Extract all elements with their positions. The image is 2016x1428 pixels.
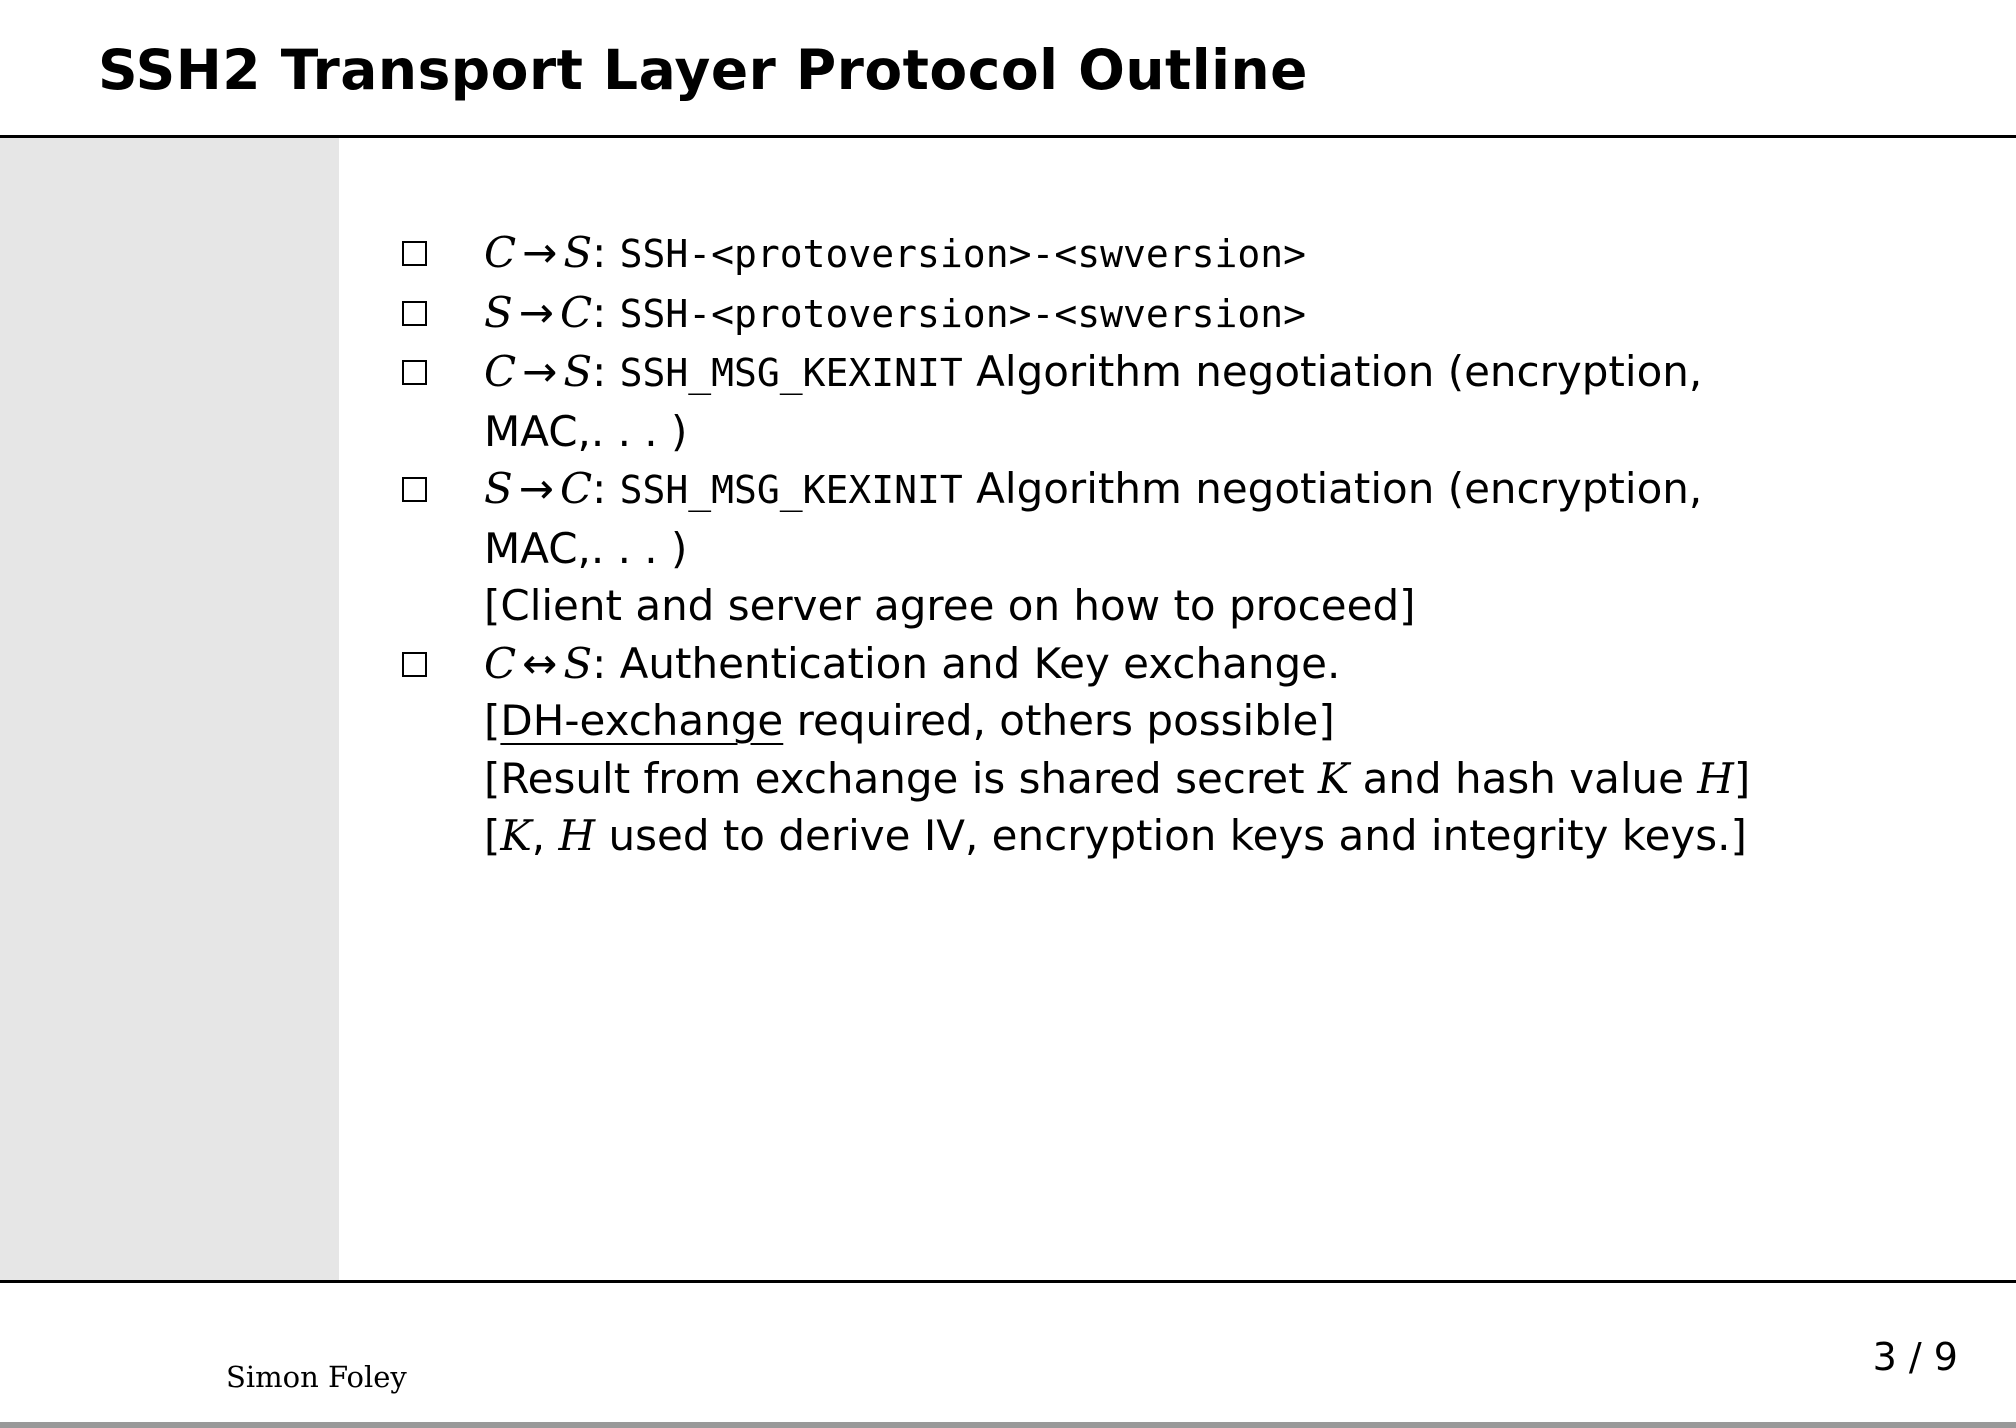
code-text: SSH_MSG_KEXINIT: [619, 351, 963, 395]
item-note: [K, H used to derive IV, encryption keys…: [484, 811, 1747, 860]
code-text: SSH-<protoversion>-<swversion>: [619, 232, 1306, 276]
list-item: S → C: SSH_MSG_KEXINIT Algorithm negotiati…: [339, 460, 2016, 635]
checkbox-bullet-icon: [402, 241, 427, 266]
checkbox-bullet-icon: [402, 360, 427, 385]
item-note: [Result from exchange is shared secret K…: [484, 753, 1751, 803]
bottom-border: [0, 1422, 2016, 1428]
checkbox-bullet-icon: [402, 300, 427, 326]
item-text: Algorithm negotiation (encryption,: [976, 464, 1703, 513]
item-note: [Client and server agree on how to proce…: [484, 581, 1416, 630]
bullet-list: C → S: SSH-<protoversion>-<swversion> S → C:…: [339, 224, 2016, 865]
slide-content: C → S: SSH-<protoversion>-<swversion> S → C:…: [339, 138, 2016, 1281]
code-text: SSH-<protoversion>-<swversion>: [619, 291, 1306, 336]
dh-exchange-link[interactable]: DH-exchange: [500, 696, 783, 745]
slide-title: SSH2 Transport Layer Protocol Outline: [98, 38, 1308, 102]
item-continuation: MAC,. . . ): [484, 523, 688, 573]
code-text: SSH_MSG_KEXINIT: [619, 468, 963, 512]
item-line: C → S: SSH-<protoversion>-<swversion>: [484, 228, 1306, 277]
page-number: 3 / 9: [1872, 1335, 1958, 1379]
list-item: S → C: SSH-<protoversion>-<swversion>: [339, 284, 2016, 344]
footer-divider: [0, 1280, 2016, 1283]
item-text: Algorithm negotiation (encryption,: [976, 347, 1703, 396]
item-line: S → C: SSH_MSG_KEXINIT Algorithm negotiati…: [484, 464, 1703, 513]
item-line: S → C: SSH-<protoversion>-<swversion>: [484, 287, 1306, 337]
slide-header: SSH2 Transport Layer Protocol Outline: [0, 0, 2016, 138]
checkbox-bullet-icon: [402, 651, 427, 677]
author-name: Simon Foley: [226, 1360, 407, 1394]
list-item: C ↔ S: Authentication and Key exchange. [D…: [339, 635, 2016, 865]
sidebar-panel: [0, 138, 339, 1281]
item-line: C → S: SSH_MSG_KEXINIT Algorithm negotiati…: [484, 347, 1703, 396]
checkbox-bullet-icon: [402, 477, 427, 502]
list-item: C → S: SSH-<protoversion>-<swversion>: [339, 224, 2016, 284]
list-item: C → S: SSH_MSG_KEXINIT Algorithm negotiati…: [339, 343, 2016, 460]
item-line: C ↔ S: Authentication and Key exchange.: [484, 638, 1341, 688]
item-text: Authentication and Key exchange.: [619, 638, 1341, 688]
item-note: [DH-exchange required, others possible]: [484, 696, 1335, 745]
item-continuation: MAC,. . . ): [484, 406, 688, 456]
